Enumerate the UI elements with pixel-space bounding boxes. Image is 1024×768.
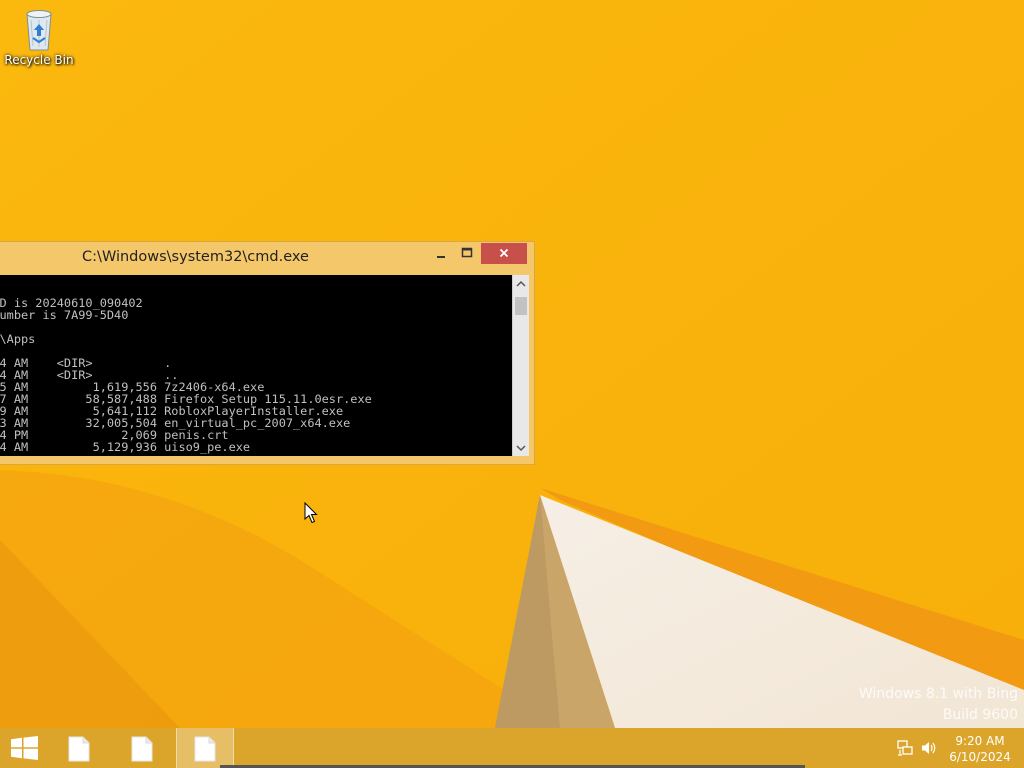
windows-watermark: Windows 8.1 with Bing Build 9600 — [859, 684, 1018, 726]
document-icon — [68, 736, 90, 762]
minimize-icon — [437, 256, 445, 258]
cmd-window[interactable]: C:\Windows\system32\cmd.exe D is 2024061… — [0, 241, 535, 465]
watermark-edition: Windows 8.1 with Bing — [858, 686, 1018, 702]
console-output[interactable]: D is 20240610_090402 umber is 7A99-5D40 \A… — [0, 275, 512, 456]
taskbar-app-document-3-active[interactable] — [176, 728, 234, 768]
close-icon — [499, 248, 509, 258]
taskbar-app-document-1[interactable] — [51, 728, 109, 768]
scroll-up-button[interactable] — [513, 275, 529, 292]
console-scrollbar[interactable] — [512, 275, 529, 456]
taskbar-app-document-2[interactable] — [114, 728, 172, 768]
volume-tray-button[interactable] — [921, 740, 937, 760]
arrow-cursor-icon — [304, 501, 318, 524]
console-text: D is 20240610_090402 umber is 7A99-5D40 \A… — [0, 297, 372, 453]
chevron-up-icon — [516, 280, 526, 287]
close-button[interactable] — [481, 243, 527, 264]
maximize-icon — [461, 247, 473, 258]
watermark-build: Build 9600 — [942, 707, 1018, 723]
network-tray-button[interactable] — [897, 740, 913, 760]
taskbar: 9:20 AM 6/10/2024 — [0, 728, 1024, 768]
console-line: umber is 7A99-5D40 — [0, 308, 129, 322]
minimize-button[interactable] — [433, 243, 449, 264]
document-icon — [194, 736, 216, 762]
speaker-icon — [922, 742, 936, 754]
start-button[interactable] — [0, 728, 50, 768]
mouse-cursor — [304, 501, 318, 528]
windows-logo-icon — [11, 736, 38, 760]
tray-clock[interactable]: 9:20 AM 6/10/2024 — [940, 733, 1020, 765]
recycle-bin-label: Recycle Bin — [4, 53, 74, 67]
window-title: C:\Windows\system32\cmd.exe — [82, 249, 309, 265]
clock-date: 6/10/2024 — [949, 750, 1011, 764]
recycle-bin-icon — [26, 10, 52, 51]
clock-time: 9:20 AM — [955, 734, 1005, 748]
network-icon — [897, 740, 913, 756]
window-title-bar[interactable]: C:\Windows\system32\cmd.exe — [0, 242, 534, 275]
document-icon — [131, 736, 153, 762]
console-line: \Apps — [0, 332, 36, 346]
scroll-down-button[interactable] — [513, 439, 529, 456]
maximize-button[interactable] — [459, 243, 475, 264]
recycle-bin-desktop-icon[interactable]: Recycle Bin — [4, 4, 74, 78]
scroll-thumb[interactable] — [515, 297, 527, 315]
chevron-down-icon — [516, 445, 526, 452]
console-line: 4 AM 5,129,936 uiso9_pe.exe — [0, 440, 251, 454]
